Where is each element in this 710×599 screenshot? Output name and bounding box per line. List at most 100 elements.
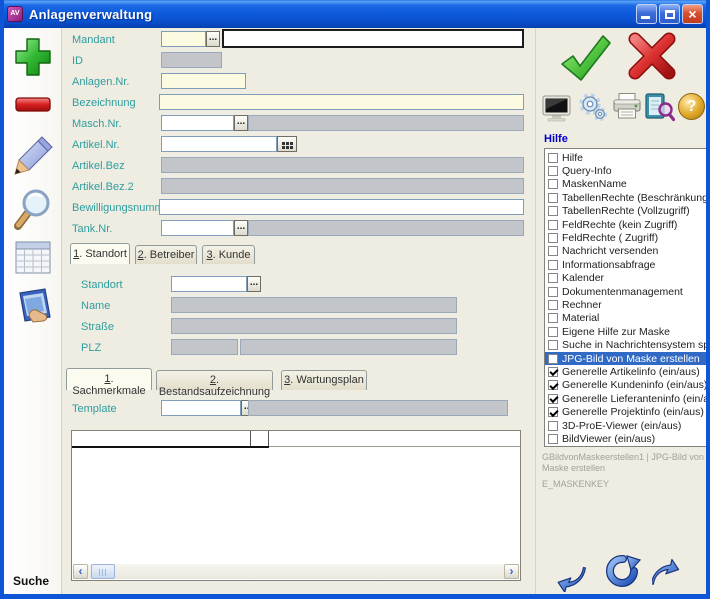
help-list-item[interactable]: Dokumentenmanagement (545, 285, 707, 298)
bezeichnung-input[interactable] (159, 94, 524, 110)
tab-kunde[interactable]: 3. Kunde (202, 245, 255, 264)
help-list-item[interactable]: Suche in Nachrichtensystem speichern (545, 338, 707, 351)
checkbox-icon[interactable] (548, 407, 558, 417)
document-search-icon[interactable] (644, 91, 675, 122)
artikel-bez2-field (161, 178, 524, 194)
help-list-item[interactable]: BildViewer (ein/aus) (545, 432, 707, 445)
mandant-lookup-button[interactable]: ... (206, 31, 220, 47)
checkbox-icon[interactable] (548, 394, 558, 404)
grid-column-divider[interactable] (268, 431, 269, 447)
checkbox-icon[interactable] (548, 340, 558, 350)
nav-back-arrow-icon[interactable] (556, 562, 586, 592)
scroll-thumb[interactable] (91, 564, 115, 579)
checkbox-icon[interactable] (548, 367, 558, 377)
standort-input[interactable] (171, 276, 247, 292)
help-list-item[interactable]: Query-Info (545, 164, 707, 177)
standort-lookup-button[interactable]: ... (247, 276, 261, 292)
browse-book-icon[interactable] (12, 286, 54, 330)
help-list-item[interactable]: Kalender (545, 272, 707, 285)
grid-column-divider[interactable] (250, 431, 251, 447)
id-field (161, 52, 222, 68)
anlagen-nr-input[interactable] (161, 73, 246, 89)
help-list-item[interactable]: Eigene Hilfe zur Maske (545, 325, 707, 338)
table-view-icon[interactable] (14, 240, 52, 276)
mandant-code-input[interactable] (161, 31, 206, 47)
help-icon[interactable]: ? (678, 93, 705, 120)
help-list-item[interactable]: FeldRechte ( Zugriff) (545, 231, 707, 244)
settings-gears-icon[interactable] (577, 92, 608, 122)
help-list-item[interactable]: TabellenRechte (Vollzugriff) (545, 205, 707, 218)
masch-nr-lookup-button[interactable]: ... (234, 115, 248, 131)
refresh-arrow-icon[interactable] (605, 554, 641, 592)
help-list-item[interactable]: Nachricht versenden (545, 245, 707, 258)
bewilligungsnummer-input[interactable] (159, 199, 524, 215)
help-list-item[interactable]: JPG-Bild von Maske erstellen (545, 352, 707, 365)
checkbox-icon[interactable] (548, 153, 558, 163)
tank-nr-input[interactable] (161, 220, 234, 236)
help-list-item[interactable]: Generelle Lieferanteninfo (ein/aus) (545, 392, 707, 405)
close-button[interactable]: × (682, 4, 703, 24)
help-list-item-label: FeldRechte ( Zugriff) (562, 232, 658, 244)
checkbox-icon[interactable] (548, 327, 558, 337)
checkbox-icon[interactable] (548, 273, 558, 283)
checkbox-icon[interactable] (548, 380, 558, 390)
print-icon[interactable] (612, 92, 642, 121)
checkbox-icon[interactable] (548, 260, 558, 270)
help-list-item-label: Informationsabfrage (562, 259, 655, 271)
checkbox-icon[interactable] (548, 313, 558, 323)
help-list-item[interactable]: Rechner (545, 298, 707, 311)
help-list-item[interactable]: Generelle Artikelinfo (ein/aus) (545, 365, 707, 378)
search-icon[interactable] (12, 186, 54, 232)
help-options-list[interactable]: HilfeQuery-InfoMaskenNameTabellenRechte … (544, 148, 708, 447)
artikel-nr-input[interactable] (161, 136, 277, 152)
tab-betreiber[interactable]: 2. Betreiber (135, 245, 197, 264)
help-list-item[interactable]: MaskenName (545, 178, 707, 191)
sachmerkmale-grid[interactable]: ‹ › (71, 430, 521, 581)
tab-sachmerkmale[interactable]: 1. Sachmerkmale (66, 368, 152, 390)
checkbox-icon[interactable] (548, 287, 558, 297)
close-icon: × (683, 6, 702, 22)
help-list-item[interactable]: Material (545, 312, 707, 325)
checkbox-icon[interactable] (548, 354, 558, 364)
maximize-button[interactable] (659, 4, 680, 24)
nav-forward-arrow-icon[interactable] (652, 558, 682, 588)
help-list-item[interactable]: FeldRechte (kein Zugriff) (545, 218, 707, 231)
edit-pencil-icon[interactable] (13, 136, 53, 178)
help-list-item[interactable]: TabellenRechte (Beschränkung) (545, 191, 707, 204)
checkbox-icon[interactable] (548, 179, 558, 189)
checkbox-icon[interactable] (548, 233, 558, 243)
checkbox-icon[interactable] (548, 193, 558, 203)
grid-hscrollbar[interactable]: ‹ › (73, 564, 519, 579)
tab-standort[interactable]: 1. Standort (70, 243, 130, 264)
checkbox-icon[interactable] (548, 246, 558, 256)
add-record-icon[interactable] (14, 37, 52, 77)
checkbox-icon[interactable] (548, 434, 558, 444)
titlebar[interactable]: AV Anlagenverwaltung × (0, 0, 710, 28)
checkbox-icon[interactable] (548, 300, 558, 310)
help-list-item[interactable]: Hilfe (545, 151, 707, 164)
help-list-item[interactable]: Generelle Projektinfo (ein/aus) (545, 405, 707, 418)
help-list-item-label: Suche in Nachrichtensystem speichern (562, 339, 708, 351)
artikel-nr-grid-button[interactable] (277, 136, 297, 152)
help-list-item[interactable]: 3D-ProE-Viewer (ein/aus) (545, 419, 707, 432)
tank-nr-lookup-button[interactable]: ... (234, 220, 248, 236)
minimize-button[interactable] (636, 4, 657, 24)
mandant-name-input[interactable] (222, 29, 524, 48)
checkbox-icon[interactable] (548, 220, 558, 230)
scroll-right-button[interactable]: › (504, 564, 519, 579)
help-list-item[interactable]: Informationsabfrage (545, 258, 707, 271)
screen-icon[interactable] (542, 95, 572, 122)
masch-nr-input[interactable] (161, 115, 234, 131)
scroll-left-button[interactable]: ‹ (73, 564, 88, 579)
help-list-item[interactable]: Generelle Kundeninfo (ein/aus) (545, 379, 707, 392)
tab-bestandsaufzeichnung[interactable]: 2. Bestandsaufzeichnung (156, 370, 273, 390)
template-input[interactable] (161, 400, 241, 416)
ok-check-icon[interactable] (557, 30, 613, 88)
checkbox-icon[interactable] (548, 421, 558, 431)
checkbox-icon[interactable] (548, 166, 558, 176)
tab-wartungsplan[interactable]: 3. Wartungsplan (281, 370, 367, 390)
cancel-x-icon[interactable] (624, 28, 680, 84)
delete-record-icon[interactable] (14, 94, 52, 116)
checkbox-icon[interactable] (548, 206, 558, 216)
mask-key-label: E_MASKENKEY (542, 479, 609, 489)
